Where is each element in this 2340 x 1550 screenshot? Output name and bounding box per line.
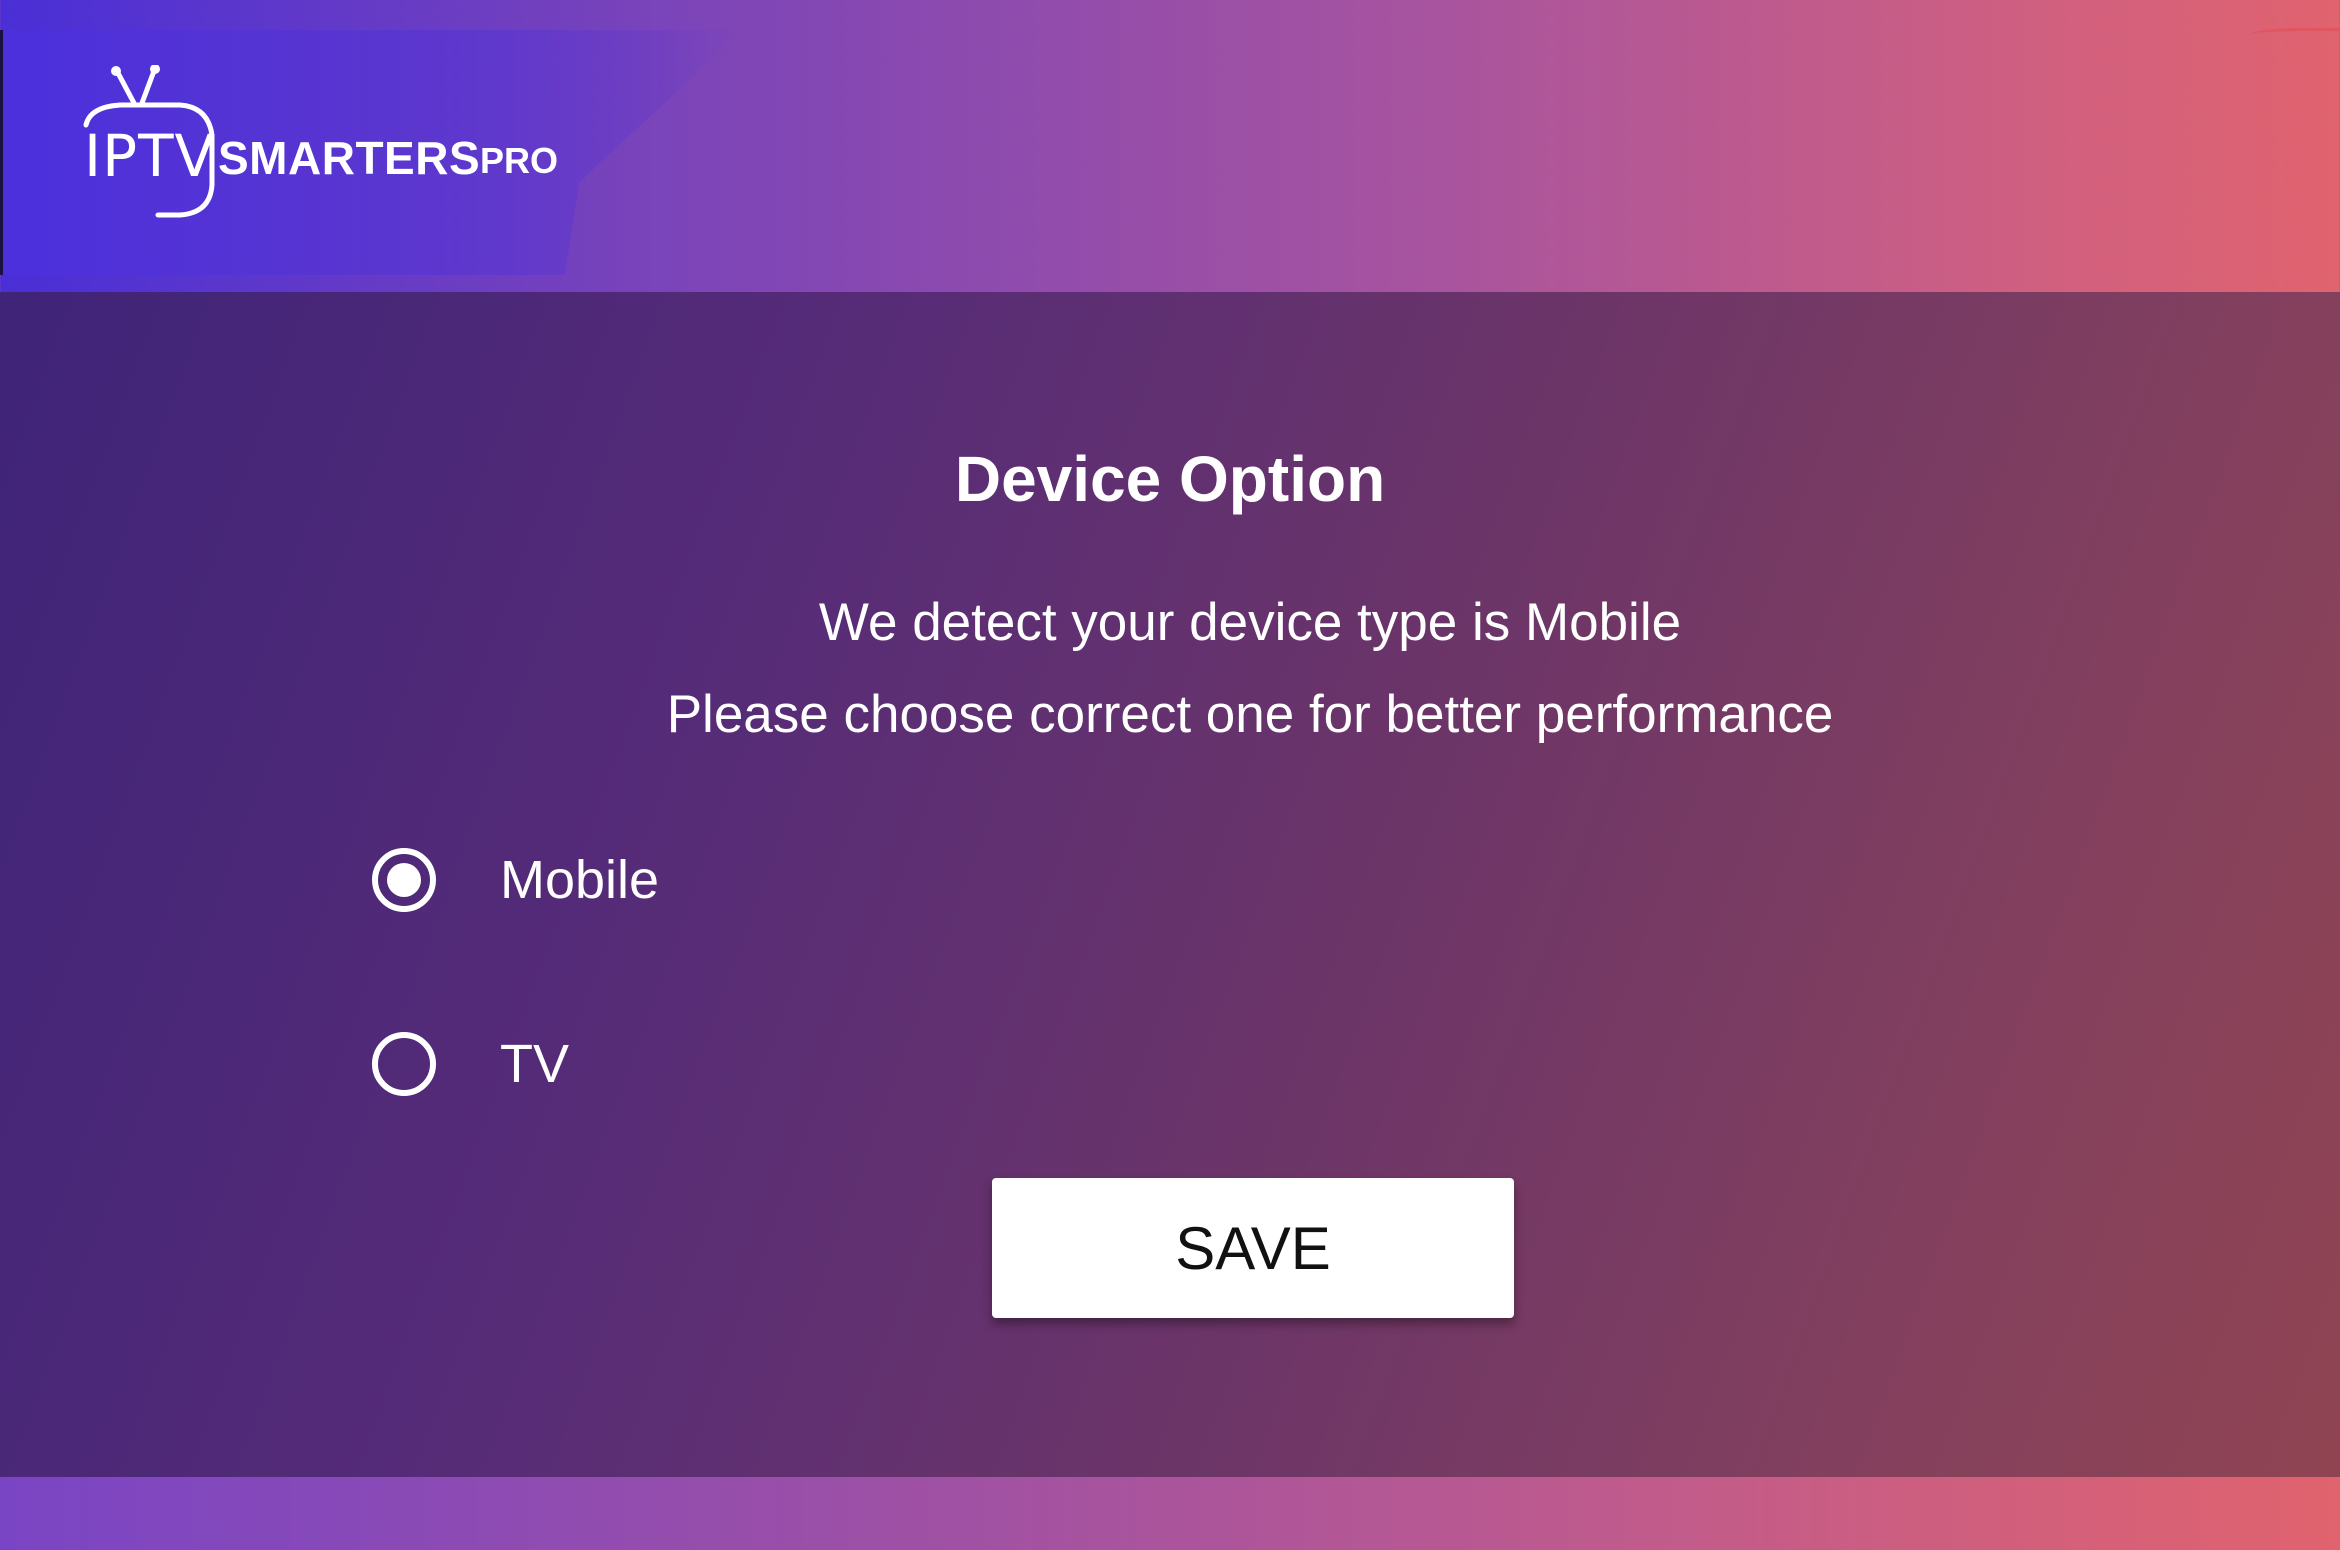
app-logo: IPTV SMARTERS PRO [80,65,600,225]
logo-iptv-text: IPTV [84,122,216,190]
radio-dot-icon [387,863,421,897]
radio-option-tv[interactable]: TV [372,1024,569,1104]
detected-device-message: We detect your device type is Mobile [818,593,1682,652]
save-button[interactable]: SAVE [992,1178,1514,1318]
device-option-dialog: Device Option We detect your device type… [0,292,2340,1477]
radio-label-tv: TV [500,1034,570,1094]
radio-label-mobile: Mobile [500,850,660,910]
logo-pro-text: PRO [480,140,559,181]
radio-unselected-icon[interactable] [372,1032,436,1096]
radio-option-mobile[interactable]: Mobile [372,840,659,920]
dialog-title: Device Option [954,443,1386,515]
choose-device-message: Please choose correct one for better per… [666,685,1834,744]
radio-selected-icon[interactable] [372,848,436,912]
logo-smarters-text: SMARTERS [218,132,481,184]
corner-decoration [2250,28,2340,39]
header: IPTV SMARTERS PRO [0,0,2340,292]
bottom-gradient-strip [0,1477,2340,1550]
